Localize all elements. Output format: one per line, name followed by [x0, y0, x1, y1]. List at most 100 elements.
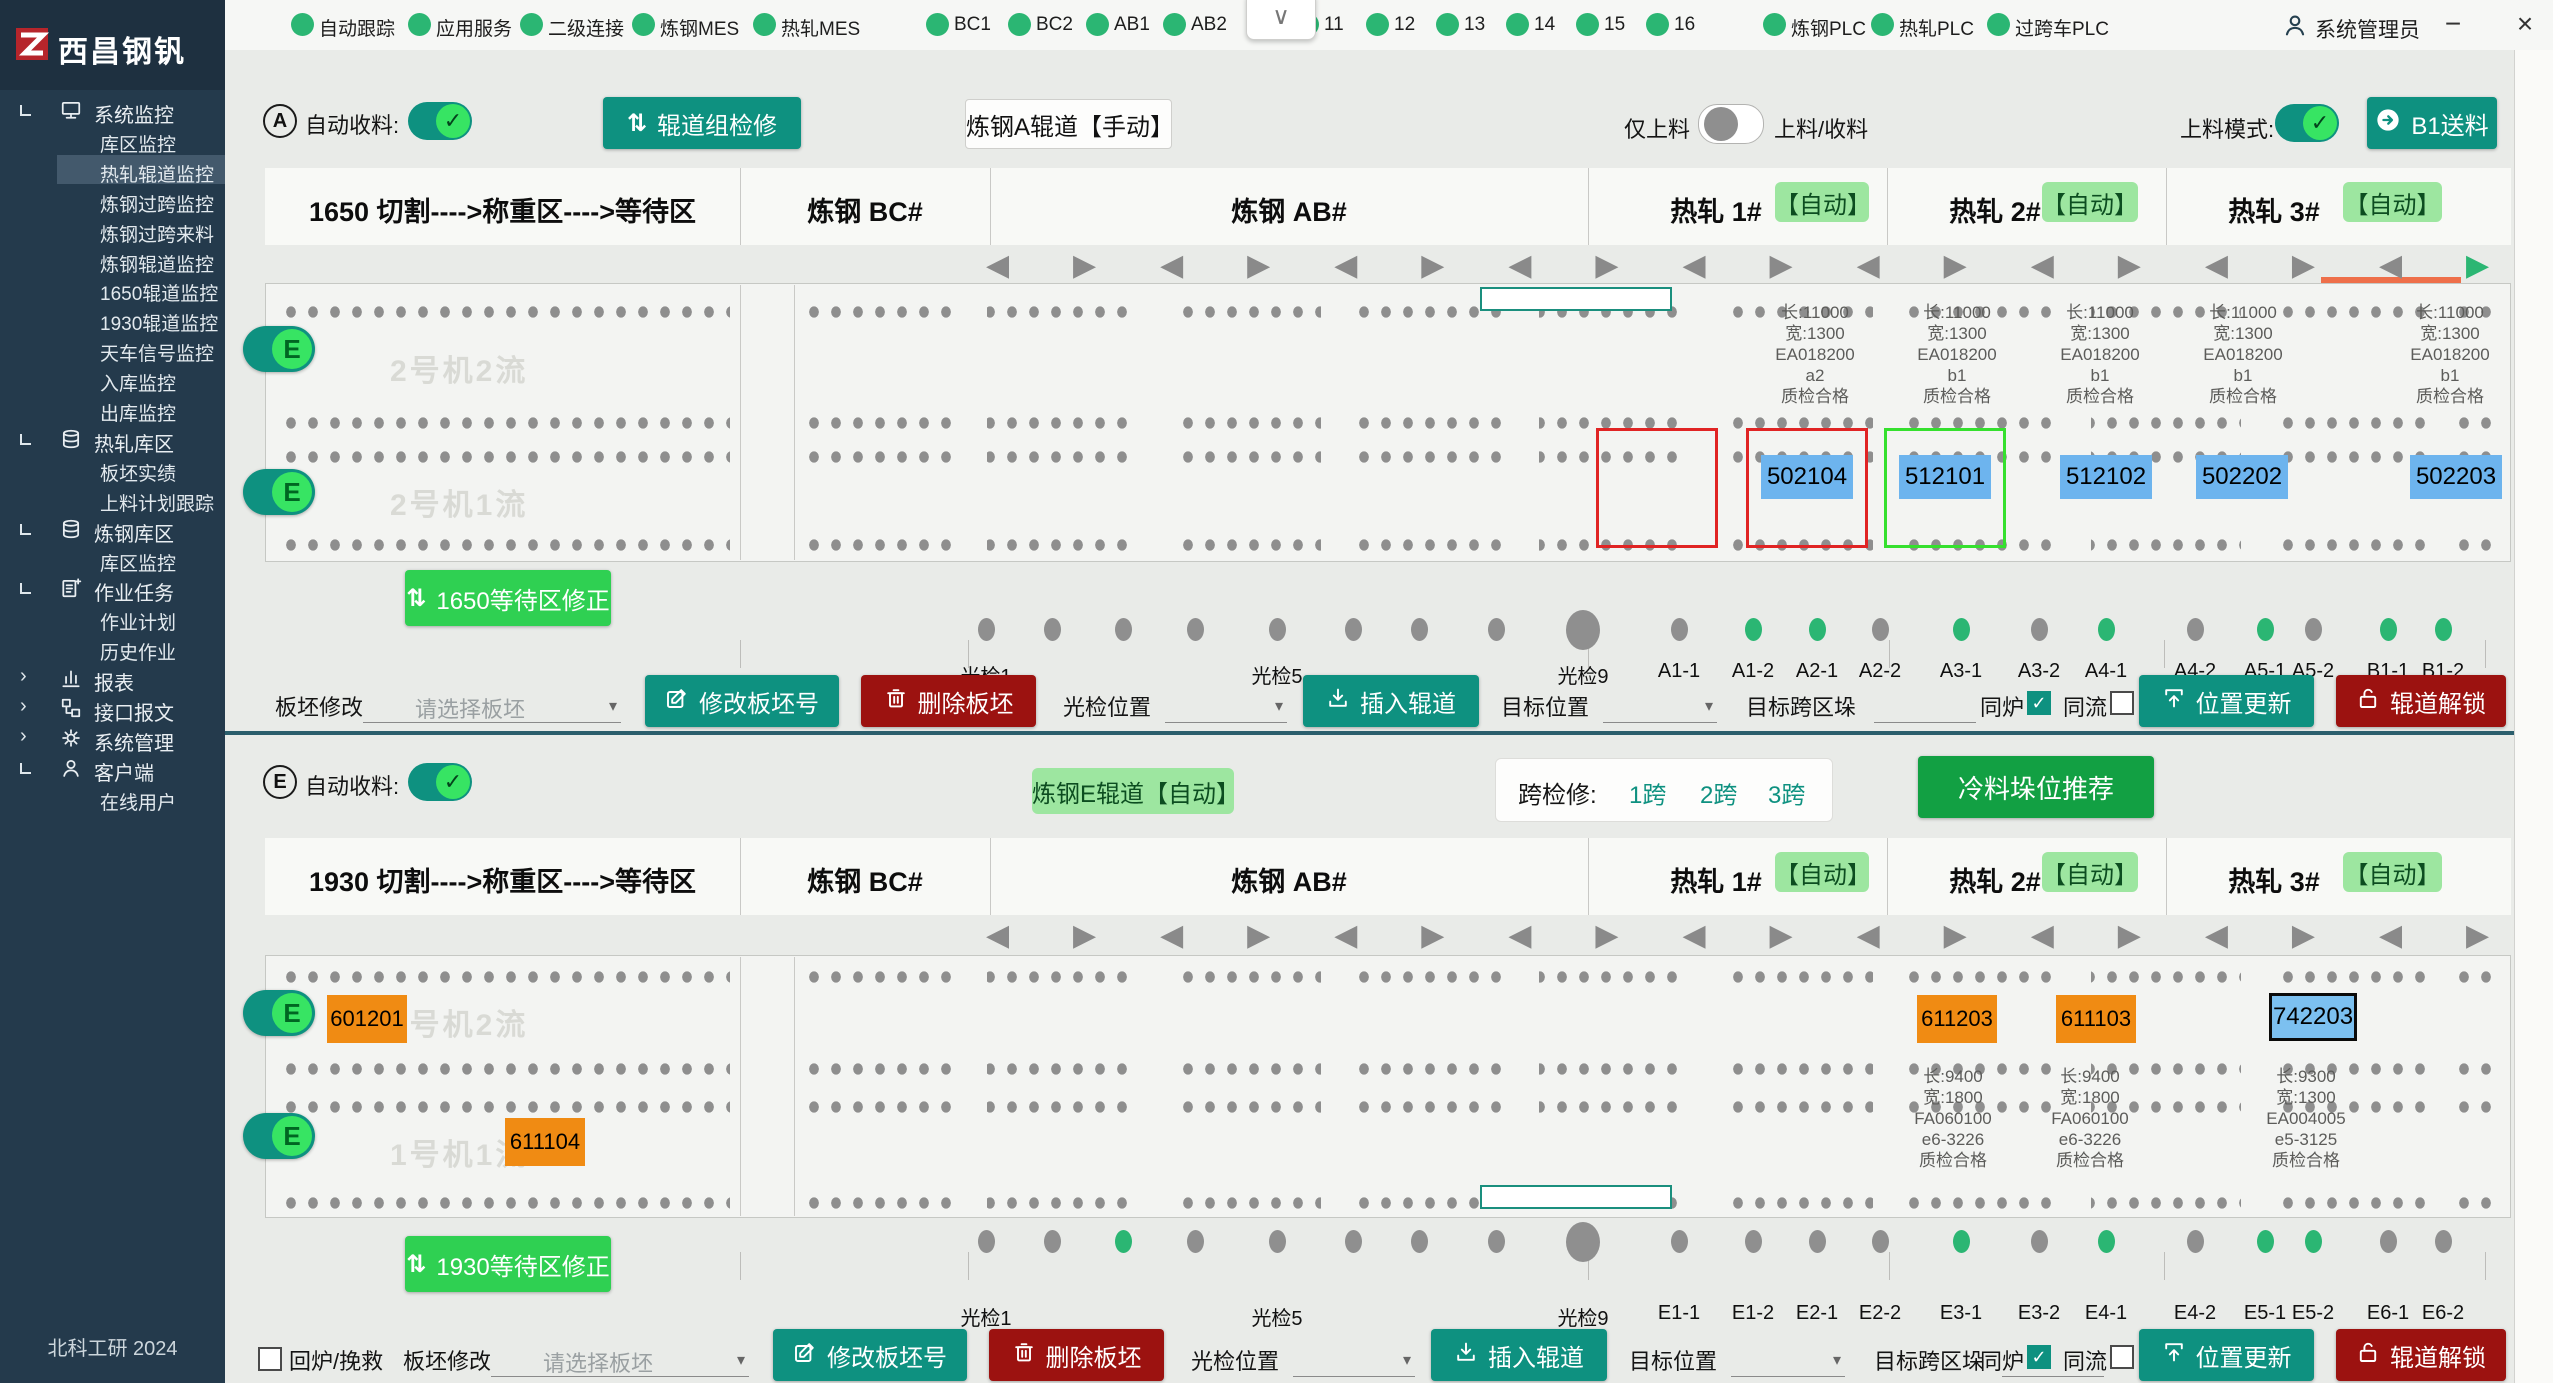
only-feed-toggle[interactable] [1698, 104, 1764, 144]
slab-select[interactable]: 请选择板坯▾ [363, 688, 621, 723]
minimize-button[interactable]: − [2435, 8, 2471, 40]
edit-slab-button[interactable]: 修改板坯号 [645, 675, 839, 727]
sensor-dot [1411, 1230, 1428, 1253]
same-furnace-checkbox[interactable]: ✓ [2027, 691, 2051, 715]
edit-slab-button[interactable]: 修改板坯号 [773, 1329, 967, 1381]
sidebar-item[interactable]: 1650辊道监控 [0, 275, 225, 304]
auto-collect-toggle[interactable]: ✓ [408, 102, 472, 140]
sidebar-item[interactable]: 库区监控 [0, 126, 225, 155]
wait-area-fix-button[interactable]: ⇅1650等待区修正 [405, 570, 611, 626]
flow-arrow-icon: ◀ [1857, 918, 1880, 953]
slab-chip[interactable]: 512102 [2060, 455, 2152, 499]
cross-repair-option[interactable]: 1跨 [1629, 775, 1666, 810]
return-rescue-checkbox[interactable] [258, 1347, 282, 1371]
same-furnace-checkbox[interactable]: ✓ [2027, 1345, 2051, 1369]
slab-chip[interactable]: 502202 [2196, 455, 2288, 499]
status-label: 14 [1534, 14, 1555, 36]
sidebar-item[interactable]: 炼钢过跨来料 [0, 216, 225, 245]
sidebar-group-task[interactable]: 作业任务 [0, 574, 225, 603]
sidebar-group-label: 客户端 [94, 757, 154, 786]
insert-roller-button[interactable]: 插入辊道 [1431, 1329, 1607, 1381]
delete-slab-button[interactable]: 删除板坯 [861, 675, 1036, 727]
position-update-button[interactable]: 位置更新 [2139, 675, 2314, 727]
sidebar-item[interactable]: 炼钢过跨监控 [0, 186, 225, 215]
cross-repair-option[interactable]: 3跨 [1768, 775, 1805, 810]
sidebar-item[interactable]: 天车信号监控 [0, 335, 225, 364]
slab-chip-selected[interactable]: 742203 [2269, 993, 2357, 1041]
slab-chip[interactable]: 611104 [505, 1118, 585, 1166]
target-position-select[interactable]: ▾ [1603, 688, 1717, 723]
wait-area-fix-button[interactable]: ⇅1930等待区修正 [405, 1236, 611, 1292]
sidebar-group-interface[interactable]: ›接口报文 [0, 694, 225, 723]
position-update-button-label: 位置更新 [2196, 684, 2292, 719]
sidebar-item[interactable]: 库区监控 [0, 545, 225, 574]
sensor-dot [1187, 1230, 1204, 1253]
panel-E-roller-monitor: E自动收料:✓炼钢E辊道【自动】跨检修:1跨2跨3跨冷料垛位推荐1930 切割-… [225, 50, 2514, 51]
sidebar: 西昌钢钒 系统监控库区监控热轧辊道监控炼钢过跨监控炼钢过跨来料炼钢辊道监控165… [0, 0, 225, 1383]
sensor-tick [1889, 1252, 1890, 1280]
sidebar-item[interactable]: 热轧辊道监控 [0, 156, 225, 185]
slab-frame[interactable] [1596, 428, 1718, 548]
estop-toggle[interactable]: E [243, 469, 315, 515]
roller-unlock-button[interactable]: 辊道解锁 [2336, 1329, 2506, 1381]
feed-mode-toggle[interactable]: ✓ [2275, 104, 2339, 142]
chevron-down-icon: ▾ [737, 1350, 745, 1370]
sidebar-item[interactable]: 历史作业 [0, 634, 225, 663]
sidebar-item[interactable]: 出库监控 [0, 395, 225, 424]
slab-chip[interactable]: 601201 [327, 995, 407, 1043]
same-strand-checkbox[interactable] [2110, 1345, 2134, 1369]
slab-chip[interactable]: 611203 [1917, 995, 1997, 1043]
sensor-tick [2164, 1252, 2165, 1280]
sidebar-item[interactable]: 1930辊道监控 [0, 305, 225, 334]
sidebar-item[interactable]: 炼钢辊道监控 [0, 246, 225, 275]
slab-select[interactable]: 请选择板坯▾ [491, 1342, 749, 1377]
sidebar-group-gear[interactable]: ›系统管理 [0, 724, 225, 753]
auto-mode-badge: 【自动】 [2343, 182, 2442, 222]
auto-mode-badge: 【自动】 [2042, 182, 2138, 222]
cross-repair-option[interactable]: 2跨 [1700, 775, 1737, 810]
viewport-indicator[interactable] [1480, 287, 1672, 311]
viewport-indicator[interactable] [1480, 1185, 1672, 1209]
slab-chip[interactable]: 502104 [1761, 455, 1853, 499]
cold-stack-recommend-button[interactable]: 冷料垛位推荐 [1918, 756, 2154, 818]
delete-slab-button[interactable]: 删除板坯 [989, 1329, 1164, 1381]
sidebar-group-user[interactable]: 客户端 [0, 754, 225, 783]
slab-chip[interactable]: 611103 [2056, 995, 2136, 1043]
estop-toggle[interactable]: E [243, 326, 315, 372]
estop-toggle[interactable]: E [243, 1113, 315, 1159]
sidebar-group-report[interactable]: ›报表 [0, 664, 225, 693]
target-position-select[interactable]: ▾ [1731, 1342, 1845, 1377]
status-label: 自动跟踪 [319, 14, 395, 41]
lane-watermark: 1号机2流 [390, 1000, 528, 1044]
sidebar-group-database[interactable]: 炼钢库区 [0, 515, 225, 544]
sensor-position-select[interactable]: ▾ [1293, 1342, 1415, 1377]
target-stack-input[interactable] [1874, 688, 1976, 723]
sidebar-item[interactable]: 在线用户 [0, 784, 225, 813]
b1-send-button[interactable]: B1送料 [2367, 97, 2497, 149]
roller-group-maintenance-button[interactable]: ⇅辊道组检修 [603, 97, 801, 149]
insert-roller-button[interactable]: 插入辊道 [1303, 675, 1479, 727]
sidebar-group-database[interactable]: 热轧库区 [0, 425, 225, 454]
slab-info-line: EA018200 [2370, 344, 2530, 365]
close-button[interactable]: × [2507, 8, 2543, 40]
return-rescue-label: 回炉/挽救 [289, 1344, 383, 1376]
sidebar-item[interactable]: 上料计划跟踪 [0, 485, 225, 514]
sidebar-item[interactable]: 板坯实绩 [0, 455, 225, 484]
roller-unlock-button[interactable]: 辊道解锁 [2336, 675, 2506, 727]
slab-info-line: 长:9400 [2010, 1066, 2170, 1087]
same-strand-checkbox[interactable] [2110, 691, 2134, 715]
auto-collect-toggle[interactable]: ✓ [408, 763, 472, 801]
auto-collect-toggle-knob: ✓ [436, 104, 470, 138]
sensor-position-select[interactable]: ▾ [1165, 688, 1287, 723]
sidebar-group-monitor[interactable]: 系统监控 [0, 96, 225, 125]
position-update-button[interactable]: 位置更新 [2139, 1329, 2314, 1381]
status-label: 13 [1464, 14, 1485, 36]
estop-toggle[interactable]: E [243, 990, 315, 1036]
topbar-dropdown-toggle[interactable]: ∨ [1246, 0, 1316, 40]
flow-arrow-icon: ▶ [2292, 918, 2315, 953]
slab-chip[interactable]: 502203 [2410, 455, 2502, 499]
vertical-scrollbar[interactable] [2514, 50, 2553, 1383]
sidebar-item[interactable]: 作业计划 [0, 604, 225, 633]
slab-chip[interactable]: 512101 [1899, 455, 1991, 499]
sidebar-item[interactable]: 入库监控 [0, 365, 225, 394]
